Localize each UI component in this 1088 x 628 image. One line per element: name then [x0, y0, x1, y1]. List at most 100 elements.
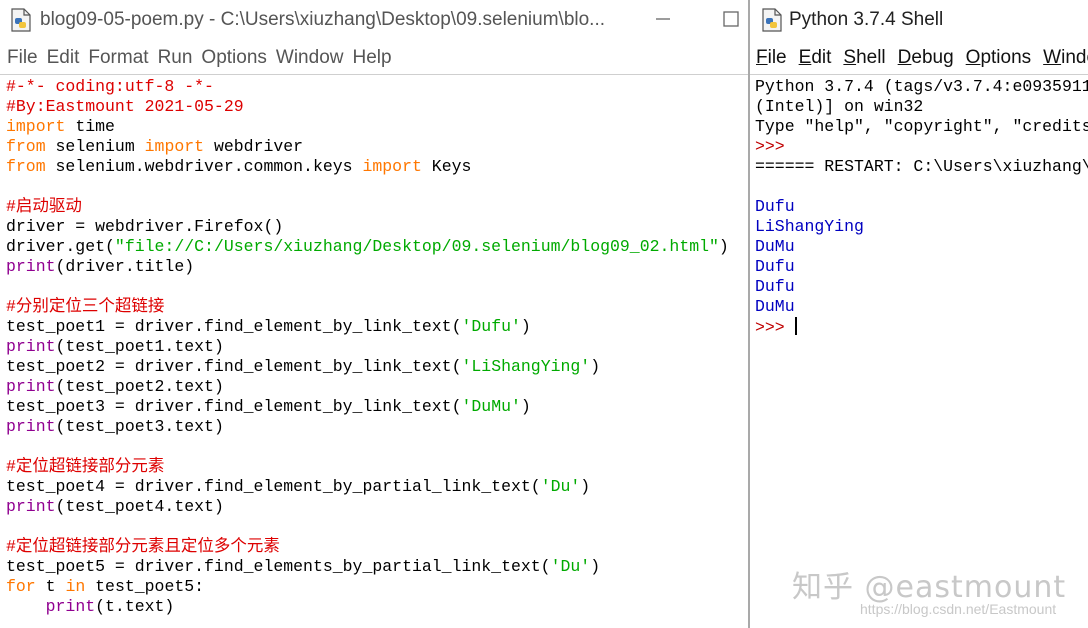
code-line: #定位超链接部分元素且定位多个元素	[6, 537, 748, 557]
code-line-token: import	[362, 157, 422, 176]
code-line-token: 'LiShangYing'	[461, 357, 591, 376]
code-line-token: import	[6, 117, 66, 136]
code-line-token: #启动驱动	[6, 197, 82, 216]
shell-line: ====== RESTART: C:\Users\xiuzhang\Deskto…	[755, 157, 1088, 177]
code-line-token: driver.get(	[6, 237, 115, 256]
python-shell-icon	[762, 8, 782, 32]
code-line-token: t	[35, 577, 66, 596]
shell-line-token: Dufu	[755, 257, 795, 276]
code-line-token: (test_poet4.text)	[55, 497, 224, 516]
code-line-token: #分别定位三个超链接	[6, 297, 165, 316]
code-line: test_poet5 = driver.find_elements_by_par…	[6, 557, 748, 577]
shell-line: Dufu	[755, 197, 1088, 217]
code-line-token: 'DuMu'	[461, 397, 521, 416]
code-line-token: test_poet5:	[85, 577, 205, 596]
code-line: from selenium import webdriver	[6, 137, 748, 157]
shell-line: Python 3.7.4 (tags/v3.7.4:e09359112e, Ju…	[755, 77, 1088, 97]
code-line-token: test_poet3 = driver.find_element_by_link…	[6, 397, 462, 416]
code-editor[interactable]: #-*- coding:utf-8 -*- #By:Eastmount 2021-…	[6, 77, 748, 617]
maximize-icon[interactable]	[720, 8, 742, 30]
code-line-token: (test_poet1.text)	[55, 337, 224, 356]
code-line: from selenium.webdriver.common.keys impo…	[6, 157, 748, 177]
editor-menu-options[interactable]: Options	[194, 42, 266, 74]
code-line: #定位超链接部分元素	[6, 457, 748, 477]
code-line-token: 'Du'	[550, 557, 591, 576]
shell-menu-shell[interactable]: Shell	[837, 42, 885, 74]
shell-line-token: LiShangYing	[755, 217, 864, 236]
code-line: import time	[6, 117, 748, 137]
text-cursor	[794, 317, 797, 335]
code-line-token: print	[6, 377, 56, 396]
watermark-url: https://blog.csdn.net/Eastmount	[860, 601, 1057, 617]
shell-menu-file[interactable]: File	[750, 42, 787, 74]
code-line-token: print	[45, 597, 96, 616]
code-line-token: driver = webdriver.Firefox()	[6, 217, 284, 236]
shell-line-token: Type "help", "copyright", "credits" or "…	[755, 117, 1088, 136]
code-line: driver = webdriver.Firefox()	[6, 217, 748, 237]
minimize-icon[interactable]	[652, 8, 674, 30]
shell-menu-options[interactable]: Options	[960, 42, 1031, 74]
code-line-token: test_poet4 = driver.find_element_by_part…	[6, 477, 541, 496]
code-line-token: #-*- coding:utf-8 -*-	[6, 77, 214, 96]
code-line: test_poet1 = driver.find_element_by_link…	[6, 317, 748, 337]
code-line: print(driver.title)	[6, 257, 748, 277]
code-line-token: selenium.webdriver.common.keys	[45, 157, 363, 176]
shell-menu-edit[interactable]: Edit	[793, 42, 832, 74]
shell-line-token: Dufu	[755, 277, 795, 296]
shell-output[interactable]: Python 3.7.4 (tags/v3.7.4:e09359112e, Ju…	[755, 77, 1088, 337]
code-line-token: time	[65, 117, 115, 136]
python-file-icon	[11, 8, 31, 32]
editor-menu-format[interactable]: Format	[81, 42, 148, 74]
shell-line-token: >>>	[755, 137, 785, 156]
code-line: test_poet4 = driver.find_element_by_part…	[6, 477, 748, 497]
shell-prompt: >>>	[755, 318, 795, 337]
shell-window: Python 3.7.4 Shell File Edit Shell Debug Opt…	[750, 0, 1088, 628]
code-line-token: (t.text)	[95, 597, 175, 616]
shell-line-token: Dufu	[755, 197, 795, 216]
code-line-token: print	[6, 337, 56, 356]
editor-titlebar[interactable]: blog09-05-poem.py - C:\Users\xiuzhang\De…	[0, 0, 748, 40]
editor-menu-window[interactable]: Window	[269, 42, 344, 74]
code-line: #启动驱动	[6, 197, 748, 217]
code-line-token: test_poet5 = driver.find_elements_by_par…	[6, 557, 551, 576]
code-line-token: 'Dufu'	[461, 317, 521, 336]
code-line-token: )	[718, 237, 729, 256]
editor-menu-file[interactable]: File	[0, 42, 38, 74]
editor-menu-edit[interactable]: Edit	[40, 42, 80, 74]
shell-line: LiShangYing	[755, 217, 1088, 237]
watermark-brand: 知乎 @eastmount	[792, 570, 1067, 605]
code-line-token	[6, 597, 46, 616]
shell-line: >>>	[755, 137, 1088, 157]
code-line-token: )	[580, 477, 591, 496]
shell-line-token: (Intel)] on win32	[755, 97, 924, 116]
code-line-token: )	[590, 357, 601, 376]
code-line-token: #By:Eastmount 2021-05-29	[6, 97, 244, 116]
shell-line: (Intel)] on win32	[755, 97, 1088, 117]
editor-menu-run[interactable]: Run	[151, 42, 193, 74]
code-line-token: #定位超链接部分元素	[6, 457, 165, 476]
code-line: print(test_poet2.text)	[6, 377, 748, 397]
shell-menu-window[interactable]: Window	[1037, 42, 1088, 74]
shell-line: DuMu	[755, 237, 1088, 257]
shell-line: Dufu	[755, 257, 1088, 277]
editor-window: blog09-05-poem.py - C:\Users\xiuzhang\De…	[0, 0, 748, 628]
code-line: test_poet2 = driver.find_element_by_link…	[6, 357, 748, 377]
code-line-token: test_poet1 = driver.find_element_by_link…	[6, 317, 462, 336]
code-line-token: from	[6, 157, 46, 176]
editor-menu-help[interactable]: Help	[345, 42, 391, 74]
code-line: print(test_poet4.text)	[6, 497, 748, 517]
shell-titlebar[interactable]: Python 3.7.4 Shell	[750, 0, 1088, 40]
code-line-token: #定位超链接部分元素且定位多个元素	[6, 537, 280, 556]
shell-menubar: FileEditShellDebugOptionsWindow	[750, 42, 1088, 74]
code-line-token: print	[6, 257, 56, 276]
menu-divider	[750, 74, 1088, 75]
code-line-token: )	[590, 557, 601, 576]
code-line-token: from	[6, 137, 46, 156]
editor-menubar: File Edit Format Run Options Window Help	[0, 42, 748, 74]
shell-line: Type "help", "copyright", "credits" or "…	[755, 117, 1088, 137]
shell-menu-debug[interactable]: Debug	[892, 42, 954, 74]
shell-prompt-line[interactable]: >>>	[755, 317, 1088, 337]
